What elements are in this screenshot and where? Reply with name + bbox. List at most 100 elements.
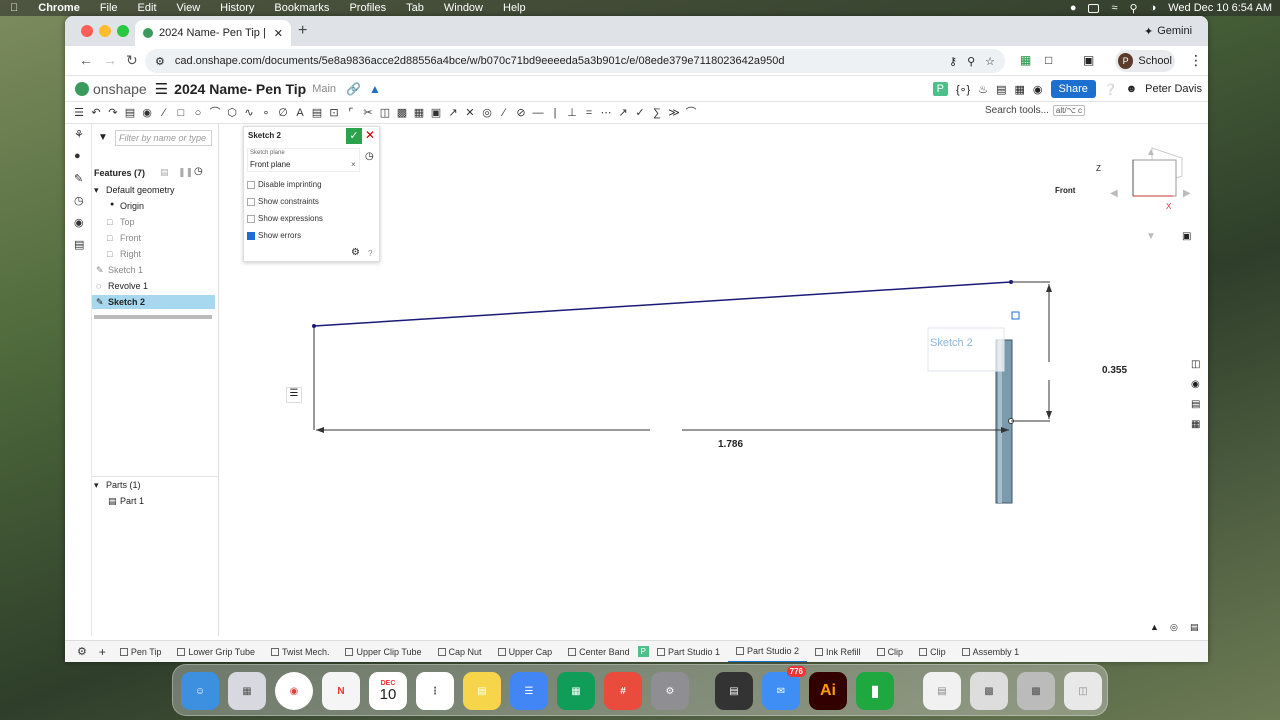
parts-header[interactable]: Parts (1) xyxy=(106,480,141,490)
symmetric-icon[interactable]: ∑ xyxy=(651,107,663,119)
tab-clip-1[interactable]: Clip xyxy=(869,641,912,663)
rectangle-tool-icon[interactable]: □ xyxy=(175,107,187,119)
trim-tool-icon[interactable]: ✂ xyxy=(362,107,374,119)
tab-pen-tip[interactable]: Pen Tip xyxy=(112,641,170,663)
tab-ink-refill[interactable]: Ink Refill xyxy=(807,641,869,663)
pierce-icon[interactable]: ✓ xyxy=(634,107,646,119)
dimension-tool-icon[interactable]: ↗ xyxy=(447,107,459,119)
share-button[interactable]: Share xyxy=(1050,80,1096,98)
google-docs-icon[interactable]: ☰ xyxy=(510,672,548,710)
horizontal-icon[interactable]: — xyxy=(532,107,544,119)
sheets-extension-icon[interactable]: ▦ xyxy=(1020,53,1031,67)
browser-menu-icon[interactable]: ⋮ xyxy=(1189,52,1203,69)
copy-sketch-icon[interactable]: ▤ xyxy=(124,107,136,119)
redo-icon[interactable]: ↷ xyxy=(107,107,119,119)
tab-assembly-1[interactable]: Assembly 1 xyxy=(954,641,1028,663)
apple-icon[interactable]:  xyxy=(10,2,18,14)
fix-icon[interactable]: ≫ xyxy=(668,107,680,119)
omnibox[interactable]: ⚙ cad.onshape.com/documents/5e8a9836acce… xyxy=(145,49,1005,73)
view-cube-up-arrow[interactable]: ▲ xyxy=(1146,147,1156,158)
hide-icon[interactable]: ◎ xyxy=(1170,622,1178,633)
circle-tool-icon[interactable]: ○ xyxy=(192,107,204,119)
tree-plane-front[interactable]: Front xyxy=(120,233,141,243)
menu-tab[interactable]: Tab xyxy=(406,2,424,14)
menu-help[interactable]: Help xyxy=(503,2,526,14)
bookmark-star-icon[interactable]: ☆ xyxy=(985,55,995,68)
tab-center-band[interactable]: Center Band xyxy=(560,641,638,663)
collapse-parts-icon[interactable]: ▾ xyxy=(94,480,99,491)
view-cube-front-face[interactable] xyxy=(1132,159,1177,197)
user-avatar-icon[interactable]: ☻ xyxy=(1126,83,1138,95)
notifications-icon[interactable]: ♨ xyxy=(978,83,988,96)
control-center-icon[interactable]: ◑ xyxy=(1150,2,1157,14)
history-icon[interactable]: ◷ xyxy=(74,194,84,207)
tree-sketch2[interactable]: Sketch 2 xyxy=(108,297,145,307)
tab-part-studio-2[interactable]: Part Studio 2 xyxy=(728,641,808,662)
menu-file[interactable]: File xyxy=(100,2,118,14)
option-show-expressions[interactable]: Show expressions xyxy=(247,214,323,223)
numbers-icon[interactable]: ▮ xyxy=(856,672,894,710)
view-cube-left-arrow[interactable]: ◀ xyxy=(1110,188,1118,199)
checkbox-show-expressions[interactable] xyxy=(247,214,255,223)
battery-icon[interactable] xyxy=(1088,3,1100,13)
vertical-icon[interactable]: | xyxy=(549,107,561,119)
constraint-marker[interactable] xyxy=(1011,311,1020,320)
learning-icon[interactable]: ◉ xyxy=(1033,83,1043,96)
reload-icon[interactable]: ↻ xyxy=(126,52,138,69)
launchpad-icon[interactable]: ▦ xyxy=(228,672,266,710)
maximize-window-icon[interactable] xyxy=(117,25,129,37)
system-settings-icon[interactable]: ⚙ xyxy=(651,672,689,710)
document-file-icon[interactable]: ▤ xyxy=(923,672,961,710)
curvature-icon[interactable]: ⌒ xyxy=(685,107,697,119)
browser-tab[interactable]: 2024 Name- Pen Tip | Part St ✕ xyxy=(135,20,291,46)
point-tool-icon[interactable]: ∘ xyxy=(260,107,272,119)
menu-history[interactable]: History xyxy=(220,2,254,14)
tree-part1[interactable]: Part 1 xyxy=(120,496,144,506)
tree-sketch1[interactable]: Sketch 1 xyxy=(108,265,143,275)
zoom-icon[interactable]: ⚲ xyxy=(967,55,975,68)
profile-button[interactable]: P School xyxy=(1115,50,1175,72)
back-icon[interactable]: ← xyxy=(79,52,93,68)
collapse-default-geometry-icon[interactable]: ▾ xyxy=(94,185,99,196)
tree-default-geometry[interactable]: Default geometry xyxy=(106,185,175,195)
site-info-icon[interactable]: ⚙ xyxy=(155,55,165,68)
option-show-errors[interactable]: Show errors xyxy=(247,231,301,240)
concentric-icon[interactable]: ◎ xyxy=(481,107,493,119)
record-icon[interactable]: ● xyxy=(1070,2,1077,14)
tab-menu-icon[interactable]: ⚙ xyxy=(71,645,93,658)
tree-revolve1[interactable]: Revolve 1 xyxy=(108,281,148,291)
reminders-icon[interactable]: ⋮ xyxy=(416,672,454,710)
variables-icon[interactable]: ▤ xyxy=(74,238,84,251)
insert-dxf-icon[interactable]: ⊡ xyxy=(328,107,340,119)
sketch-help-icon[interactable]: ? xyxy=(368,249,372,258)
line-tool-icon[interactable]: ∕ xyxy=(158,107,170,119)
filter-input[interactable]: Filter by name or type xyxy=(115,130,212,146)
use-tool-icon[interactable]: ◫ xyxy=(379,107,391,119)
measure-icon[interactable]: ◉ xyxy=(74,216,84,229)
feature-list-toggle-icon[interactable]: ☰ xyxy=(286,387,302,403)
feature-list-icon[interactable]: ☰ xyxy=(73,107,85,119)
document-title[interactable]: 2024 Name- Pen Tip xyxy=(174,81,306,97)
cancel-sketch-button[interactable]: ✕ xyxy=(365,128,375,142)
sketch-clock-icon[interactable]: ◷ xyxy=(365,151,374,162)
tab-upper-clip-tube[interactable]: Upper Clip Tube xyxy=(337,641,429,663)
menu-bookmarks[interactable]: Bookmarks xyxy=(274,2,329,14)
view-cube-down-arrow[interactable]: ▼ xyxy=(1146,231,1156,242)
parallel-icon[interactable]: ∕ xyxy=(498,107,510,119)
comments-icon[interactable]: ● xyxy=(74,150,81,162)
menu-edit[interactable]: Edit xyxy=(138,2,157,14)
menu-window[interactable]: Window xyxy=(444,2,483,14)
view-cube-right-arrow[interactable]: ▶ xyxy=(1183,188,1191,199)
user-name[interactable]: Peter Davis xyxy=(1145,83,1202,95)
coincident-icon[interactable]: ✕ xyxy=(464,107,476,119)
configurations-icon[interactable]: ⚘ xyxy=(74,128,84,141)
view-cube-label[interactable]: Front xyxy=(1055,186,1075,195)
tree-origin[interactable]: Origin xyxy=(120,201,144,211)
sketch-endpoint-left[interactable] xyxy=(312,324,316,328)
extensions-icon[interactable]: □ xyxy=(1045,53,1052,67)
close-tab-icon[interactable]: ✕ xyxy=(274,27,283,40)
new-tab-icon[interactable]: + xyxy=(298,22,307,40)
menubar-clock[interactable]: Wed Dec 10 6:54 AM xyxy=(1168,2,1272,14)
close-window-icon[interactable] xyxy=(81,25,93,37)
named-views-icon[interactable]: ◉ xyxy=(1191,379,1200,390)
